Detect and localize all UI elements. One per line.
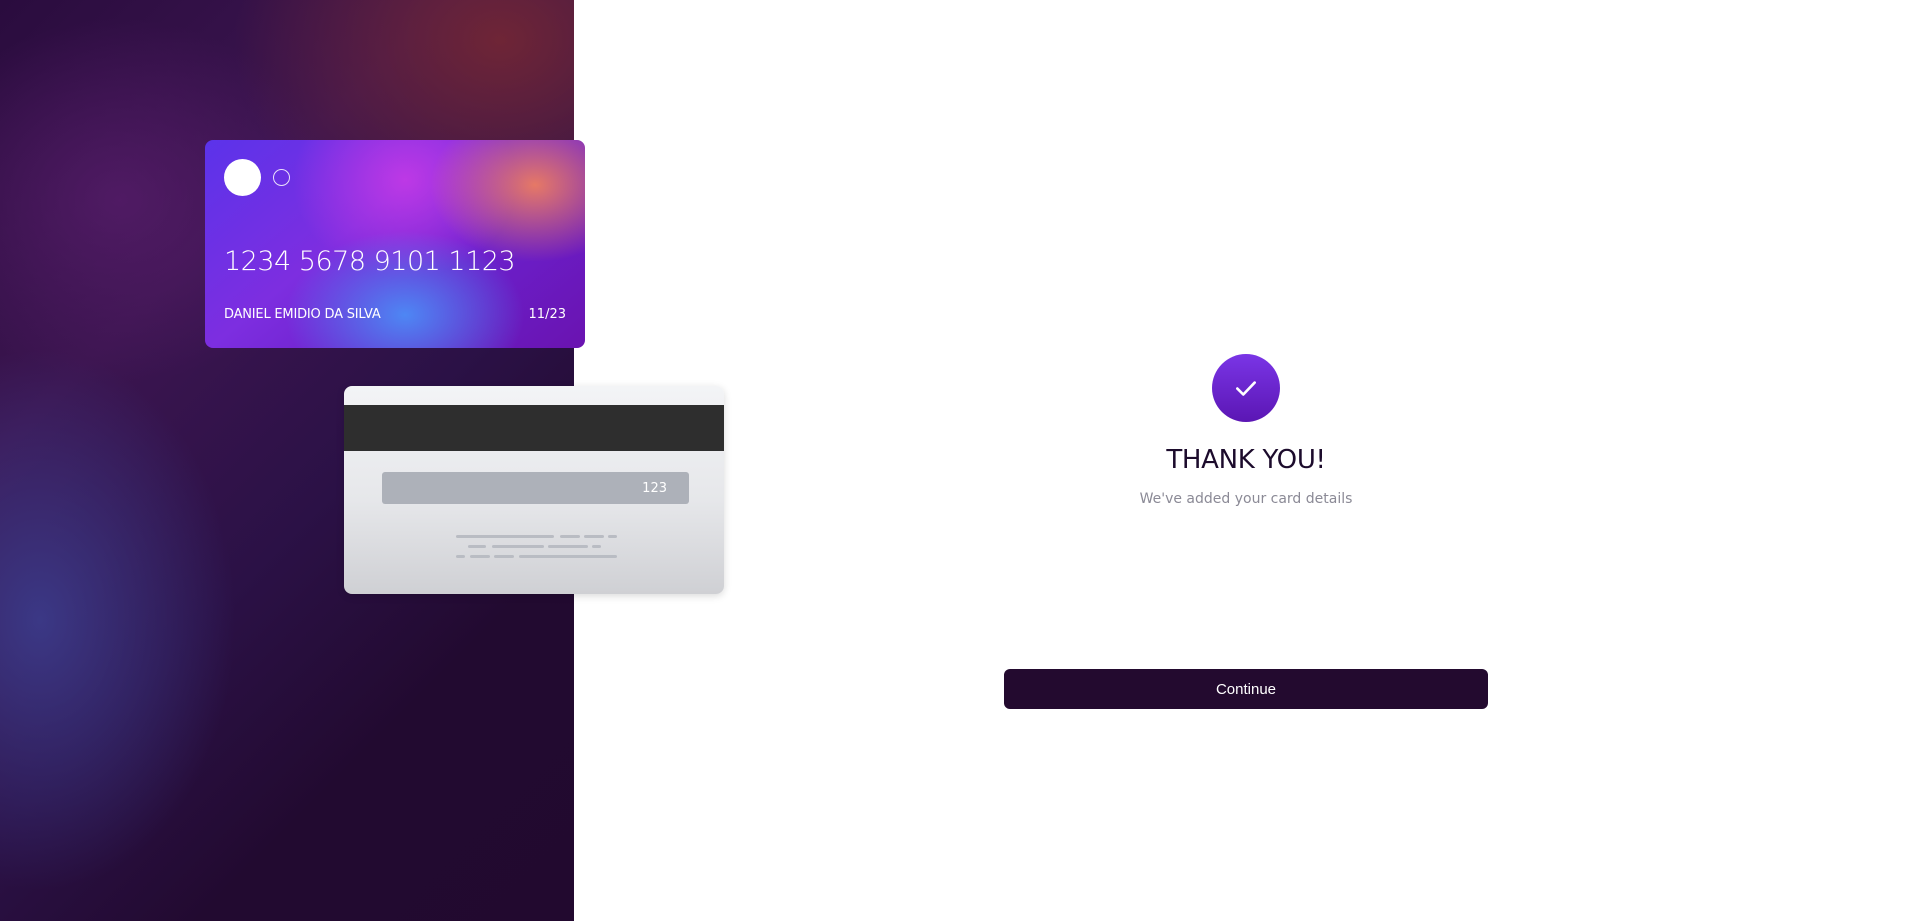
card-cvv: 123 <box>642 481 667 496</box>
card-logo-ring <box>273 169 290 186</box>
checkmark-icon <box>1236 381 1256 396</box>
card-back: 123 <box>344 386 724 594</box>
cardholder-name: DANIEL EMIDIO DA SILVA <box>224 307 381 322</box>
card-number: 1234 5678 9101 1123 <box>224 246 516 277</box>
continue-button[interactable]: Continue <box>1004 669 1488 709</box>
confirmation-subtitle: We've added your card details <box>1139 491 1353 507</box>
card-logo-circle <box>224 159 261 196</box>
card-fine-print <box>344 532 724 562</box>
signature-strip: 123 <box>382 472 689 504</box>
confirmation-title: THANK YOU! <box>1166 445 1326 475</box>
card-expiry: 11/23 <box>528 307 566 322</box>
magnetic-stripe <box>344 405 724 451</box>
success-badge <box>1212 354 1280 422</box>
card-front: 1234 5678 9101 1123 DANIEL EMIDIO DA SIL… <box>205 140 585 348</box>
